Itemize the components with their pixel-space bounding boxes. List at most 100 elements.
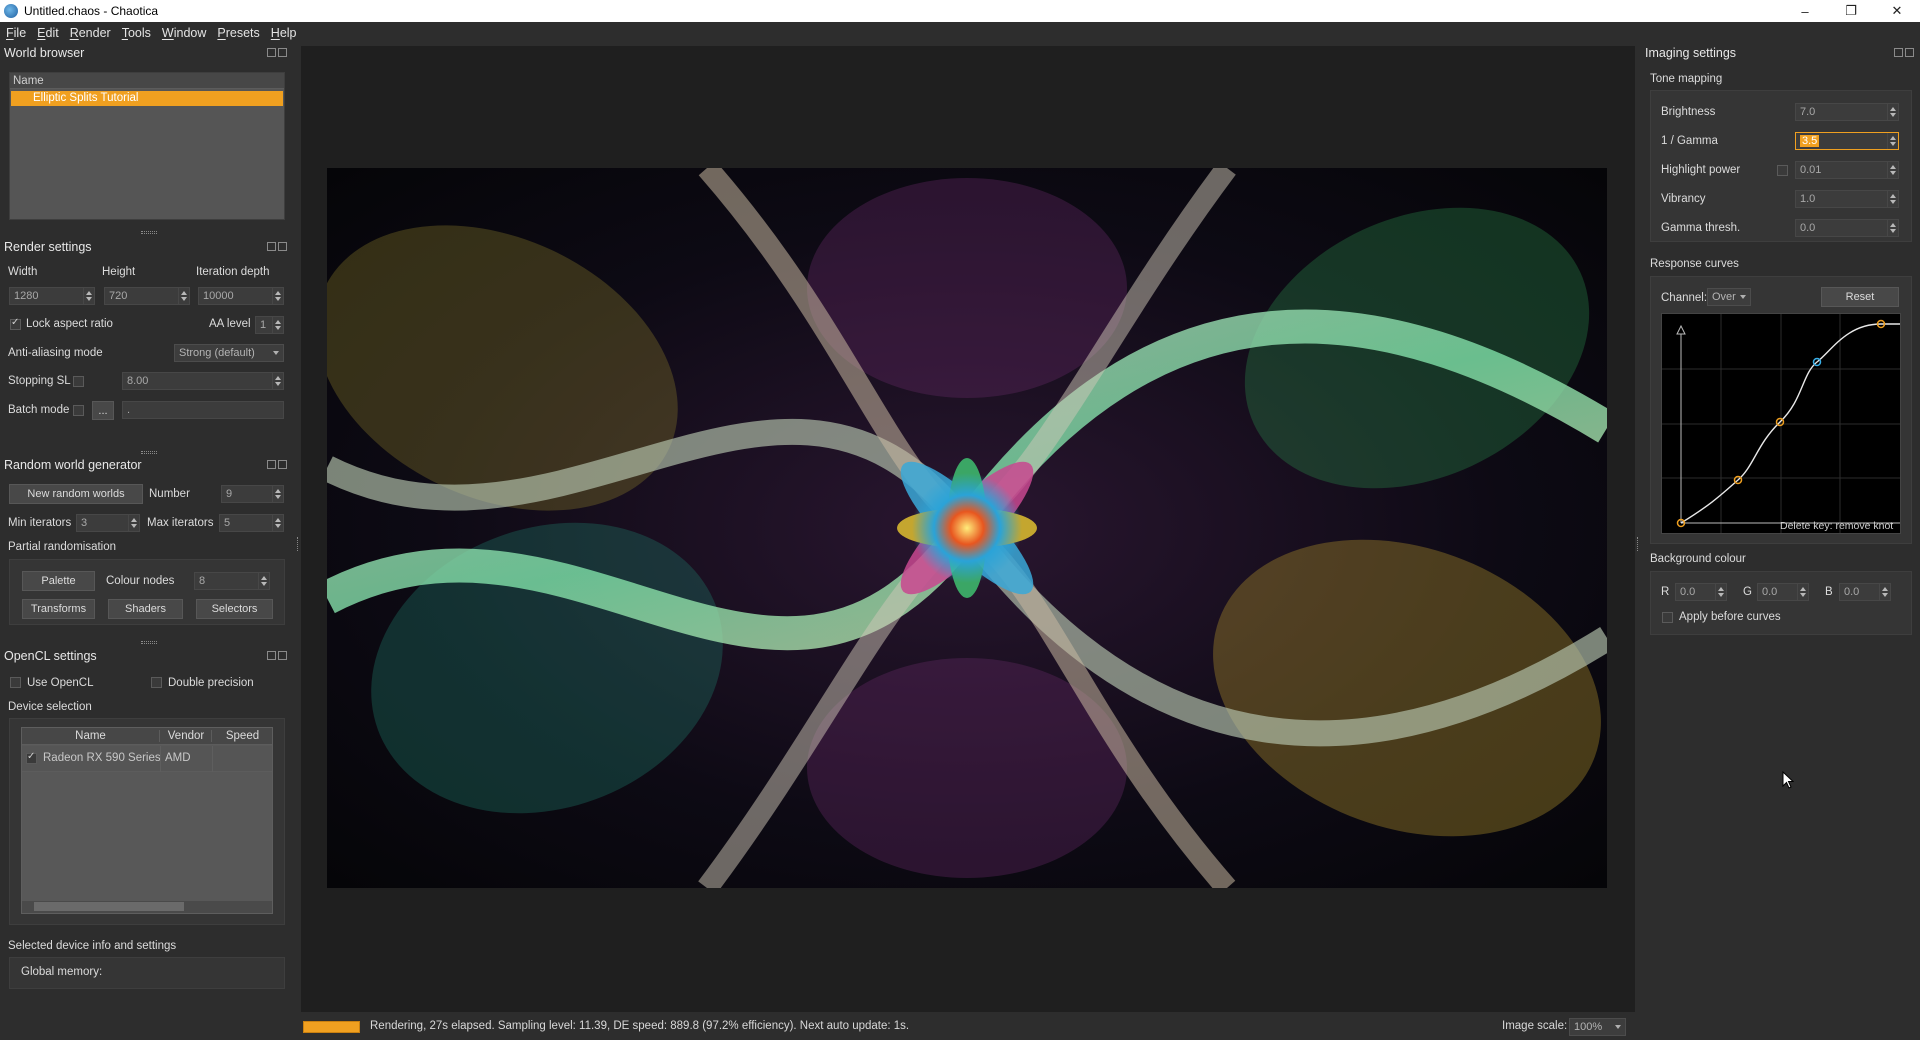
spin-arrows-icon[interactable] bbox=[1879, 584, 1890, 600]
menu-help[interactable]: Help bbox=[271, 26, 297, 40]
b-spinbox[interactable]: 0.0 bbox=[1839, 583, 1891, 601]
g-spinbox[interactable]: 0.0 bbox=[1757, 583, 1809, 601]
min-iterators-spinbox[interactable]: 3 bbox=[76, 514, 140, 532]
channel-select[interactable]: Over bbox=[1707, 288, 1751, 306]
fractal-render-image[interactable] bbox=[327, 168, 1607, 888]
column-vendor[interactable]: Vendor bbox=[161, 730, 212, 742]
menu-file[interactable]: File bbox=[6, 26, 26, 40]
float-icon[interactable] bbox=[267, 48, 276, 57]
spin-arrows-icon[interactable] bbox=[258, 573, 269, 589]
g-value: 0.0 bbox=[1762, 586, 1778, 598]
batch-path-input[interactable]: . bbox=[122, 401, 284, 419]
splitter-handle[interactable] bbox=[141, 451, 157, 454]
spin-arrows-icon[interactable] bbox=[1887, 191, 1898, 207]
spin-arrows-icon[interactable] bbox=[1715, 584, 1726, 600]
float-icon[interactable] bbox=[267, 460, 276, 469]
spin-arrows-icon[interactable] bbox=[1887, 104, 1898, 120]
stopping-sl-checkbox[interactable] bbox=[73, 376, 84, 387]
gamma-spinbox[interactable]: 3.5 bbox=[1795, 132, 1899, 150]
spin-arrows-icon[interactable] bbox=[272, 486, 283, 502]
spin-arrows-icon[interactable] bbox=[178, 288, 189, 304]
transforms-button[interactable]: Transforms bbox=[22, 599, 95, 619]
spin-arrows-icon[interactable] bbox=[1887, 133, 1898, 149]
opencl-dock-buttons[interactable] bbox=[267, 651, 287, 660]
device-enabled-checkbox[interactable] bbox=[26, 751, 37, 764]
colour-nodes-spinbox[interactable]: 8 bbox=[194, 572, 270, 590]
reset-curves-button[interactable]: Reset bbox=[1821, 287, 1899, 307]
new-random-worlds-button[interactable]: New random worlds bbox=[9, 484, 143, 504]
stopping-sl-spinbox[interactable]: 8.00 bbox=[122, 372, 284, 390]
curve-grid bbox=[1662, 314, 1900, 533]
r-spinbox[interactable]: 0.0 bbox=[1675, 583, 1727, 601]
menu-window[interactable]: Window bbox=[162, 26, 206, 40]
max-iterators-spinbox[interactable]: 5 bbox=[219, 514, 284, 532]
close-button[interactable]: ✕ bbox=[1874, 0, 1920, 22]
apply-before-curves-checkbox[interactable] bbox=[1662, 612, 1673, 623]
maximize-button[interactable]: ❐ bbox=[1828, 0, 1874, 22]
aa-mode-select[interactable]: Strong (default) bbox=[174, 344, 284, 362]
right-dock-splitter[interactable] bbox=[1637, 537, 1639, 551]
spin-arrows-icon[interactable] bbox=[272, 317, 283, 333]
vibrancy-spinbox[interactable]: 1.0 bbox=[1795, 190, 1899, 208]
scrollbar-thumb[interactable] bbox=[34, 902, 184, 911]
menu-render[interactable]: Render bbox=[70, 26, 111, 40]
spin-arrows-icon[interactable] bbox=[1797, 584, 1808, 600]
menu-edit[interactable]: Edit bbox=[37, 26, 59, 40]
menu-tools[interactable]: Tools bbox=[122, 26, 151, 40]
close-icon[interactable] bbox=[1905, 48, 1914, 57]
highlight-power-checkbox[interactable] bbox=[1777, 165, 1788, 176]
close-icon[interactable] bbox=[278, 651, 287, 660]
tone-mapping-group: Brightness 7.0 1 / Gamma 3.5 Highlight p… bbox=[1650, 90, 1912, 242]
r-value: 0.0 bbox=[1680, 586, 1696, 598]
float-icon[interactable] bbox=[1894, 48, 1903, 57]
spin-arrows-icon[interactable] bbox=[272, 373, 283, 389]
device-vendor: AMD bbox=[165, 752, 191, 764]
highlight-power-spinbox[interactable]: 0.01 bbox=[1795, 161, 1899, 179]
menu-presets[interactable]: Presets bbox=[217, 26, 259, 40]
splitter-handle[interactable] bbox=[141, 231, 157, 234]
batch-mode-checkbox[interactable] bbox=[73, 405, 84, 416]
close-icon[interactable] bbox=[278, 242, 287, 251]
brightness-spinbox[interactable]: 7.0 bbox=[1795, 103, 1899, 121]
spin-arrows-icon[interactable] bbox=[272, 515, 283, 531]
gamma-thresh-spinbox[interactable]: 0.0 bbox=[1795, 219, 1899, 237]
horizontal-scrollbar[interactable] bbox=[22, 901, 272, 913]
device-table[interactable]: Name Vendor Speed Radeon RX 590 Series A… bbox=[21, 727, 273, 914]
iteration-depth-spinbox[interactable]: 10000 bbox=[198, 287, 284, 305]
splitter-handle[interactable] bbox=[141, 641, 157, 644]
spin-arrows-icon[interactable] bbox=[272, 288, 283, 304]
imaging-dock-buttons[interactable] bbox=[1894, 48, 1914, 57]
palette-button[interactable]: Palette bbox=[22, 571, 95, 591]
world-list[interactable]: Name Elliptic Splits Tutorial bbox=[9, 72, 285, 220]
world-list-header[interactable]: Name bbox=[10, 73, 284, 89]
lock-aspect-checkbox[interactable] bbox=[10, 317, 21, 330]
height-spinbox[interactable]: 720 bbox=[104, 287, 190, 305]
response-curve-editor[interactable]: Delete key: remove knot bbox=[1661, 313, 1901, 534]
width-spinbox[interactable]: 1280 bbox=[9, 287, 95, 305]
close-icon[interactable] bbox=[278, 48, 287, 57]
render-settings-dock-buttons[interactable] bbox=[267, 242, 287, 251]
selectors-button[interactable]: Selectors bbox=[196, 599, 273, 619]
left-dock-splitter[interactable] bbox=[297, 537, 299, 551]
batch-browse-button[interactable]: ... bbox=[92, 401, 114, 420]
spin-arrows-icon[interactable] bbox=[128, 515, 139, 531]
random-world-dock-buttons[interactable] bbox=[267, 460, 287, 469]
spin-arrows-icon[interactable] bbox=[1887, 162, 1898, 178]
float-icon[interactable] bbox=[267, 651, 276, 660]
double-precision-checkbox[interactable] bbox=[151, 677, 162, 688]
spin-arrows-icon[interactable] bbox=[83, 288, 94, 304]
aa-level-spinbox[interactable]: 1 bbox=[255, 316, 284, 334]
number-spinbox[interactable]: 9 bbox=[221, 485, 284, 503]
shaders-button[interactable]: Shaders bbox=[108, 599, 183, 619]
column-speed[interactable]: Speed bbox=[213, 730, 272, 742]
world-browser-dock-buttons[interactable] bbox=[267, 48, 287, 57]
world-list-item[interactable]: Elliptic Splits Tutorial bbox=[11, 91, 283, 106]
float-icon[interactable] bbox=[267, 242, 276, 251]
use-opencl-checkbox[interactable] bbox=[10, 677, 21, 688]
spin-arrows-icon[interactable] bbox=[1887, 220, 1898, 236]
device-row[interactable]: Radeon RX 590 Series AMD bbox=[22, 746, 272, 772]
minimize-button[interactable]: – bbox=[1782, 0, 1828, 22]
image-scale-select[interactable]: 100% bbox=[1569, 1018, 1626, 1036]
column-name[interactable]: Name bbox=[22, 730, 160, 742]
close-icon[interactable] bbox=[278, 460, 287, 469]
